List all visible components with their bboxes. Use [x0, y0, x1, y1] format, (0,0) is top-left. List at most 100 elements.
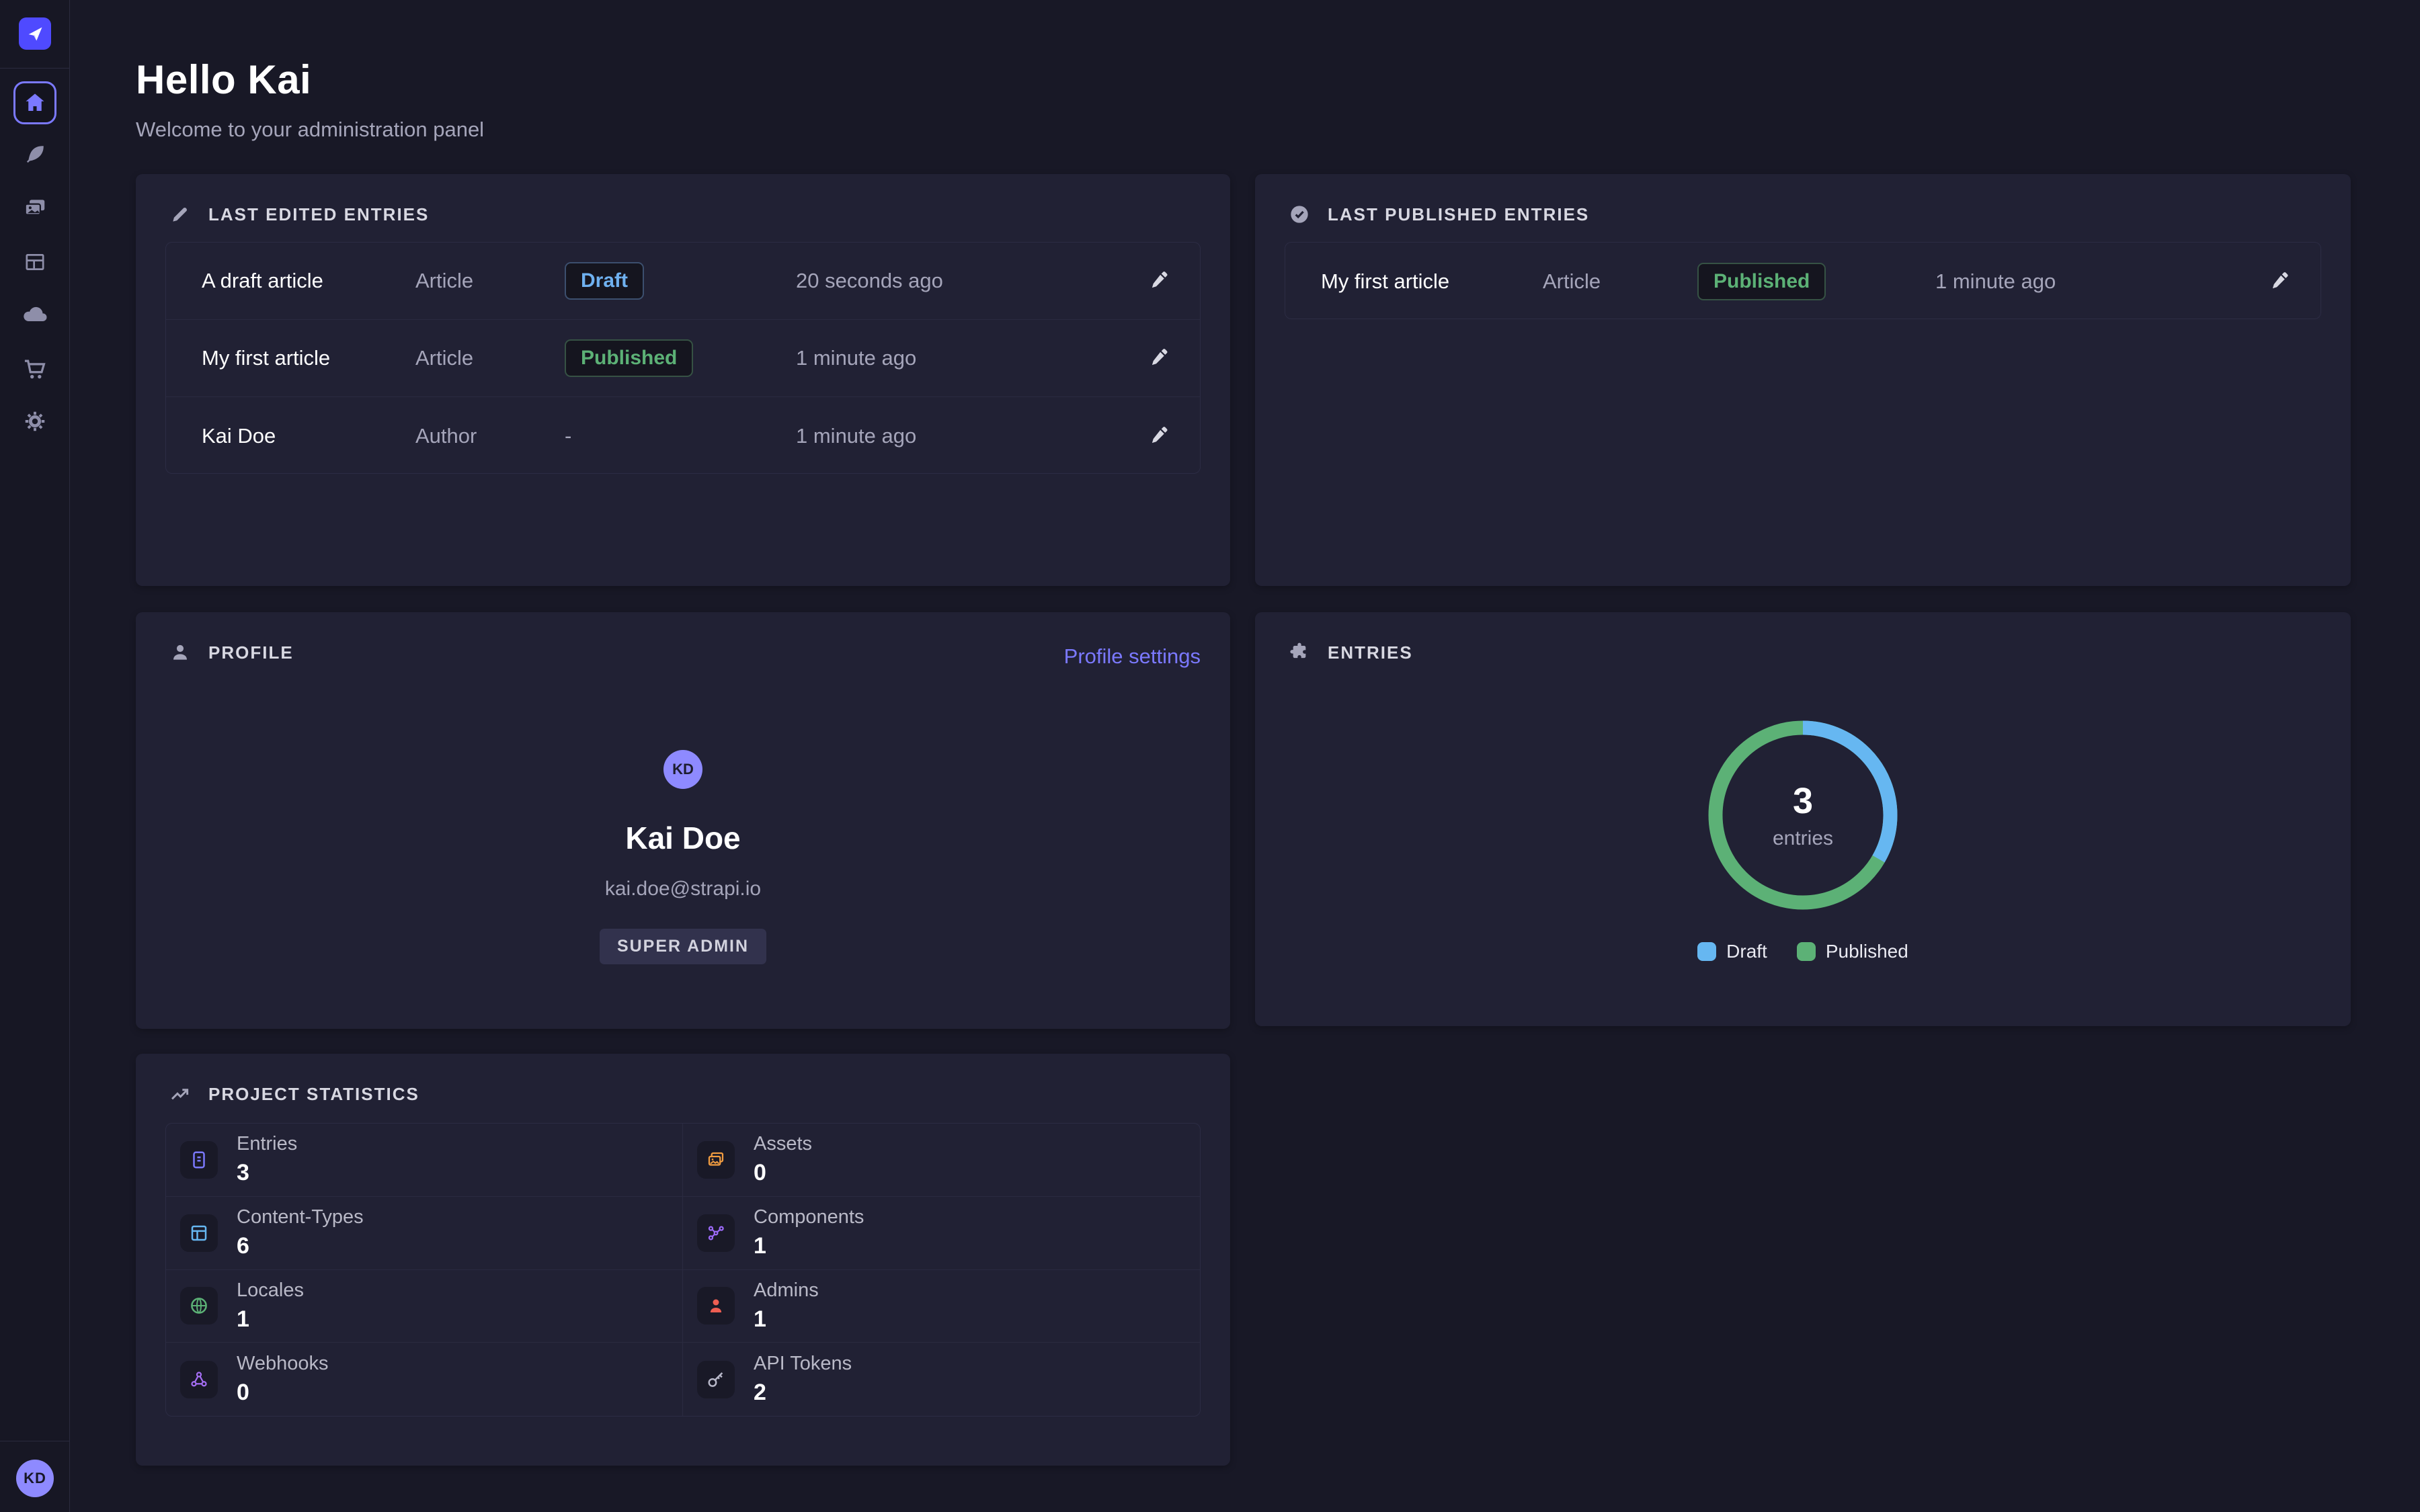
card-header: PROFILE: [169, 642, 294, 663]
stat-label: API Tokens: [754, 1353, 852, 1375]
card-header: LAST PUBLISHED ENTRIES: [1289, 204, 1589, 225]
last-edited-table: A draft article Article Draft 20 seconds…: [165, 242, 1201, 474]
entry-time: 1 minute ago: [1935, 269, 2263, 294]
stat-value: 2: [754, 1380, 852, 1406]
table-row[interactable]: My first article Article Published 1 min…: [166, 320, 1200, 397]
status-badge: Published: [565, 339, 693, 377]
table-row[interactable]: Kai Doe Author - 1 minute ago: [166, 397, 1200, 474]
stat-label: Admins: [754, 1279, 819, 1302]
sidebar-item-content-type-builder[interactable]: [19, 246, 51, 278]
stat-value: 3: [237, 1160, 297, 1186]
stat-value: 1: [754, 1233, 864, 1259]
admin-dashboard: KD Hello Kai Welcome to your administrat…: [0, 0, 2420, 1512]
legend-label: Draft: [1726, 941, 1767, 962]
chart-legend: Draft Published: [1255, 941, 2351, 962]
table-row[interactable]: A draft article Article Draft 20 seconds…: [166, 243, 1200, 320]
entry-type: Author: [415, 424, 565, 448]
profile-avatar: KD: [663, 750, 702, 789]
entry-name: My first article: [1321, 269, 1543, 294]
stat-value: 0: [754, 1160, 812, 1186]
entry-time: 1 minute ago: [796, 424, 1142, 448]
edit-button[interactable]: [2263, 271, 2296, 292]
status-badge: Draft: [565, 262, 644, 300]
page-subtitle: Welcome to your administration panel: [136, 118, 484, 142]
media-library-icon: [22, 196, 48, 221]
puzzle-icon: [1289, 642, 1310, 663]
gear-icon: [23, 409, 47, 433]
check-circle-icon: [1289, 204, 1310, 225]
edit-button[interactable]: [1142, 425, 1176, 447]
sidebar-item-content-manager[interactable]: [19, 138, 51, 171]
stat-label: Webhooks: [237, 1353, 329, 1375]
stat-value: 1: [237, 1306, 304, 1333]
entries-count-label: entries: [1773, 827, 1833, 850]
sidebar-divider: [0, 68, 69, 69]
stat-label: Content-Types: [237, 1206, 364, 1228]
images-icon: [697, 1141, 735, 1179]
layout-icon: [180, 1214, 218, 1252]
stat-entries: Entries 3: [166, 1124, 683, 1197]
stat-label: Entries: [237, 1133, 297, 1155]
sidebar: KD: [0, 0, 70, 1512]
card-title: ENTRIES: [1328, 642, 1413, 663]
card-header: LAST EDITED ENTRIES: [169, 204, 429, 225]
last-published-table: My first article Article Published 1 min…: [1285, 242, 2321, 319]
sidebar-item-media-library[interactable]: [19, 192, 51, 224]
entry-type: Article: [415, 346, 565, 370]
stat-components: Components 1: [683, 1197, 1200, 1270]
layout-icon: [23, 250, 47, 274]
stat-label: Assets: [754, 1133, 812, 1155]
sidebar-item-cloud[interactable]: [19, 298, 51, 331]
card-header: ENTRIES: [1289, 642, 1413, 663]
document-icon: [180, 1141, 218, 1179]
stat-label: Locales: [237, 1279, 304, 1302]
stat-content-types: Content-Types 6: [166, 1197, 683, 1270]
last-edited-entries-card: LAST EDITED ENTRIES A draft article Arti…: [136, 174, 1230, 586]
key-icon: [697, 1361, 735, 1398]
profile-summary: KD Kai Doe kai.doe@strapi.io SUPER ADMIN: [136, 750, 1230, 964]
table-row[interactable]: My first article Article Published 1 min…: [1285, 243, 2321, 319]
stat-webhooks: Webhooks 0: [166, 1343, 683, 1416]
legend-item-published: Published: [1797, 941, 1908, 962]
stat-admins: Admins1: [683, 1270, 1200, 1343]
entry-name: A draft article: [202, 269, 415, 293]
profile-card: PROFILE Profile settings KD Kai Doe kai.…: [136, 612, 1230, 1029]
entries-card: ENTRIES 3 entries Draft Published: [1255, 612, 2351, 1026]
page-title: Hello Kai: [136, 56, 484, 103]
stat-value: 6: [237, 1233, 364, 1259]
role-badge: SUPER ADMIN: [600, 929, 766, 964]
profile-email: kai.doe@strapi.io: [136, 878, 1230, 900]
card-header: PROJECT STATISTICS: [169, 1083, 419, 1105]
entry-name: My first article: [202, 346, 415, 370]
user-avatar[interactable]: KD: [16, 1460, 54, 1497]
entry-time: 20 seconds ago: [796, 269, 1142, 293]
published-swatch: [1797, 942, 1816, 961]
status-empty: -: [565, 424, 571, 448]
entry-type: Article: [415, 269, 565, 293]
webhook-icon: [180, 1361, 218, 1398]
stat-value: 0: [237, 1380, 329, 1406]
strapi-logo[interactable]: [19, 17, 51, 50]
page-header: Hello Kai Welcome to your administration…: [136, 56, 484, 142]
stat-label: Components: [754, 1206, 864, 1228]
sidebar-item-marketplace[interactable]: [19, 353, 51, 385]
feather-icon: [23, 142, 47, 167]
project-statistics-card: PROJECT STATISTICS Entries 3 Assets 0 Cont…: [136, 1054, 1230, 1466]
card-title: PROJECT STATISTICS: [208, 1084, 419, 1105]
draft-swatch: [1697, 942, 1716, 961]
stat-assets: Assets 0: [683, 1124, 1200, 1197]
entry-type: Article: [1543, 269, 1697, 294]
edit-button[interactable]: [1142, 270, 1176, 292]
cloud-icon: [22, 301, 48, 328]
status-badge: Published: [1697, 263, 1826, 300]
sidebar-item-home[interactable]: [13, 81, 56, 124]
card-title: PROFILE: [208, 642, 294, 663]
edit-button[interactable]: [1142, 347, 1176, 369]
person-icon: [169, 642, 191, 663]
trending-up-icon: [169, 1083, 191, 1105]
cart-icon: [22, 356, 48, 382]
profile-settings-link[interactable]: Profile settings: [1064, 644, 1201, 669]
stats-grid: Entries 3 Assets 0 Content-Types 6 Componen…: [165, 1123, 1201, 1417]
donut-center-label: 3 entries: [1702, 714, 1904, 916]
sidebar-item-settings[interactable]: [19, 405, 51, 437]
